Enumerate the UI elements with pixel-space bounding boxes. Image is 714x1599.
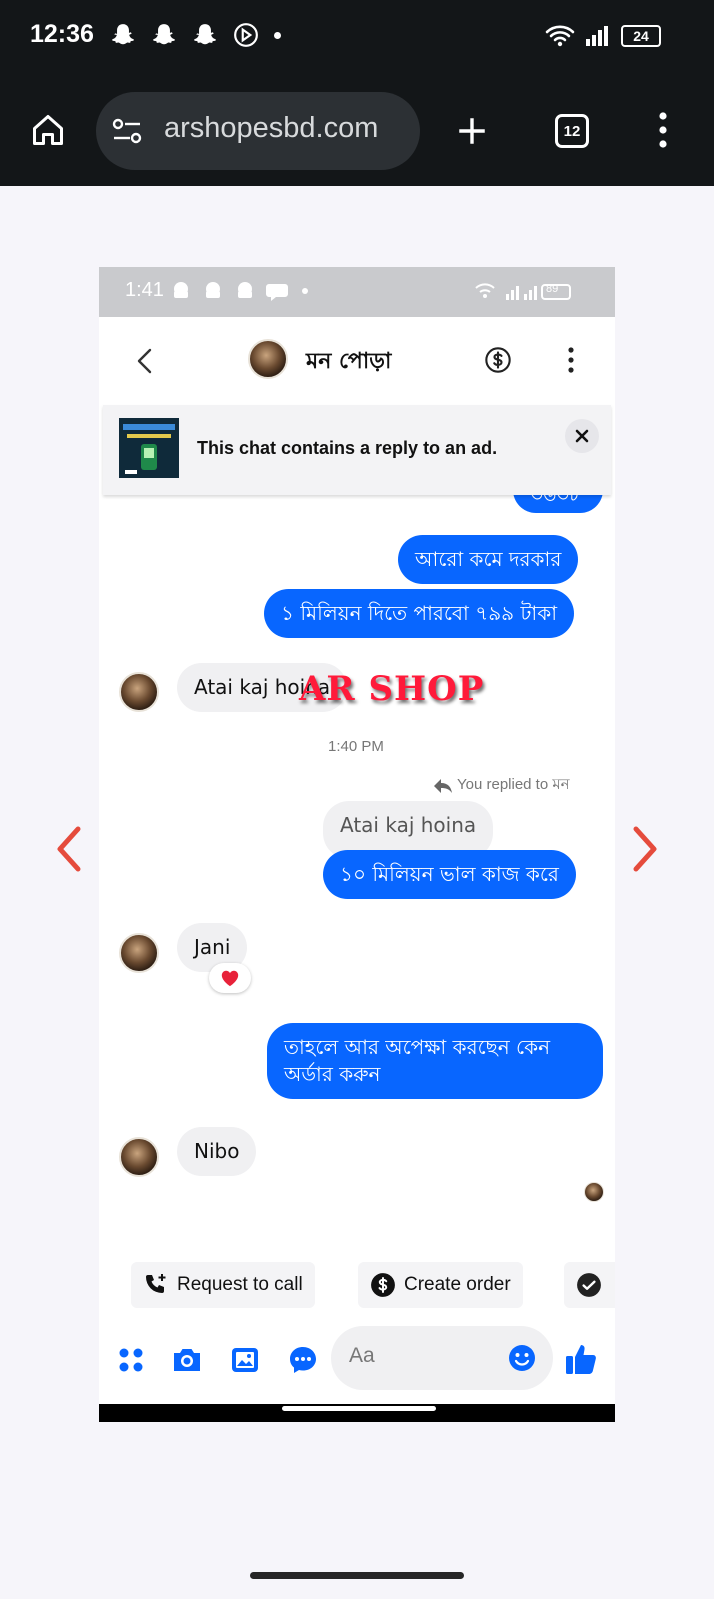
saved-replies-icon[interactable] [287, 1344, 319, 1376]
check-circle-icon [577, 1273, 601, 1297]
system-status: 24 [545, 24, 661, 48]
replied-note-text: You replied to মন [457, 776, 570, 793]
message-timestamp: 1:40 PM [328, 738, 384, 755]
message-text: Nibo [194, 1139, 240, 1163]
contact-avatar-small[interactable] [119, 933, 159, 973]
heart-reaction-icon [221, 970, 239, 987]
inner-status-bar: 1:41 89 [99, 267, 615, 317]
close-icon [575, 429, 589, 443]
next-arrow-icon[interactable] [630, 825, 660, 873]
signal-icon [586, 26, 608, 46]
message-text-line: অর্ডার করুন [284, 1062, 381, 1086]
ad-thumbnail[interactable] [119, 418, 179, 478]
snapchat-icon [112, 24, 134, 45]
inner-home-indicator [282, 1406, 436, 1411]
reaction-badge[interactable] [209, 963, 251, 993]
new-tab-icon[interactable] [455, 114, 489, 148]
prev-arrow-icon[interactable] [54, 825, 84, 873]
inner-system-icons [475, 283, 571, 300]
emoji-icon[interactable] [507, 1343, 537, 1373]
contact-name[interactable]: মন পোড়া [306, 344, 391, 381]
battery-indicator: 24 [621, 25, 661, 47]
message-text-line: তাহলে আর অপেক্ষা করছেন কেন [284, 1035, 551, 1059]
message-bubble-outgoing[interactable]: তাহলে আর অপেক্ষা করছেন কেন অর্ডার করুন [267, 1023, 603, 1099]
create-order-chip[interactable]: Create order [358, 1262, 523, 1308]
chat-header: মন পোড়া [99, 317, 615, 405]
clock: 12:36 [30, 20, 94, 48]
gallery-image: 1:41 89 মন পোড়া ৩৬৩৮ [99, 267, 615, 1422]
payment-dollar-icon[interactable] [484, 346, 512, 374]
top-bar: 12:36 24 arshopesbd.com 12 [0, 0, 714, 186]
request-to-call-label: Request to call [177, 1274, 303, 1295]
create-order-label: Create order [404, 1274, 511, 1295]
wifi-icon [545, 25, 575, 47]
close-banner-button[interactable] [565, 419, 599, 453]
message-text: ১০ মিলিয়ন ভাল কাজ করে [340, 862, 559, 886]
message-text: Jani [194, 935, 231, 959]
contact-avatar[interactable] [248, 339, 288, 379]
inner-battery-level: 89 [546, 283, 559, 295]
url-text: arshopesbd.com [164, 112, 379, 144]
media-icon [234, 23, 258, 47]
seen-indicator-avatar [584, 1182, 604, 1202]
like-thumb-icon[interactable] [564, 1341, 598, 1377]
ad-reply-banner: This chat contains a reply to an ad. [103, 405, 611, 495]
inner-clock: 1:41 [125, 279, 164, 301]
phone-plus-icon [146, 1274, 166, 1293]
request-to-call-chip[interactable]: Request to call [131, 1262, 315, 1308]
ar-shop-watermark: AR SHOP [299, 669, 485, 709]
reply-arrow-icon [434, 778, 452, 793]
dollar-circle-icon [371, 1273, 395, 1297]
message-bubble-incoming[interactable]: Nibo [177, 1127, 257, 1176]
home-indicator[interactable] [250, 1572, 464, 1579]
inner-nav-bar [99, 1404, 615, 1422]
message-bubble-outgoing[interactable]: ১ মিলিয়ন দিতে পারবো ৭৯৯ টাকা [264, 589, 575, 638]
replied-note: You replied to মন [433, 773, 570, 798]
apps-grid-icon[interactable] [117, 1346, 145, 1374]
mark-done-chip[interactable] [564, 1262, 615, 1308]
home-icon[interactable] [30, 112, 66, 148]
chat-more-icon[interactable] [567, 345, 575, 375]
contact-avatar-small[interactable] [119, 1137, 159, 1177]
message-composer: Aa [99, 1322, 615, 1404]
camera-icon[interactable] [171, 1345, 203, 1375]
more-notifications-dot [274, 31, 281, 39]
message-bubble-outgoing[interactable]: ১০ মিলিয়ন ভাল কাজ করে [323, 850, 576, 899]
address-bar[interactable]: arshopesbd.com [96, 92, 420, 170]
message-input-placeholder: Aa [349, 1344, 375, 1367]
snapchat-icon [194, 24, 216, 45]
ad-banner-text: This chat contains a reply to an ad. [197, 438, 498, 458]
site-settings-icon[interactable] [112, 116, 144, 146]
tab-switcher-button[interactable]: 12 [555, 114, 589, 148]
message-text: আরো কমে দরকার [415, 547, 562, 571]
message-text: ১ মিলিয়ন দিতে পারবো ৭৯৯ টাকা [281, 601, 558, 625]
contact-avatar-small[interactable] [119, 672, 159, 712]
back-icon[interactable] [135, 347, 155, 375]
inner-notification-icons [174, 282, 308, 301]
more-vert-icon[interactable] [656, 110, 670, 150]
gallery-icon[interactable] [230, 1345, 260, 1375]
snapchat-icon [153, 24, 175, 45]
message-input[interactable]: Aa [331, 1326, 553, 1390]
message-bubble-outgoing[interactable]: আরো কমে দরকার [398, 535, 579, 584]
notification-icons [110, 22, 281, 48]
quoted-text: Atai kaj hoina [340, 813, 477, 837]
